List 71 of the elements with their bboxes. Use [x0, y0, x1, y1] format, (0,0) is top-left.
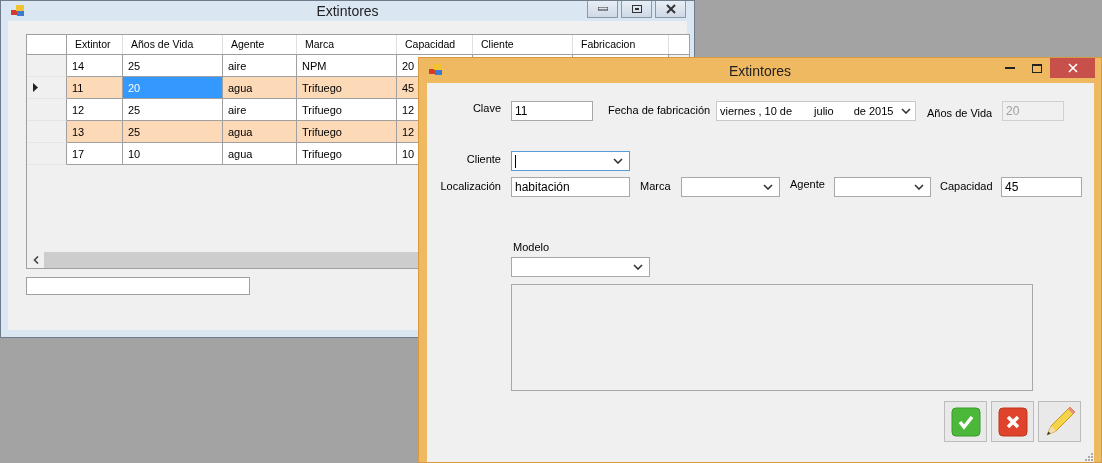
text-field[interactable]: 11	[511, 101, 593, 121]
table-cell: 25	[123, 55, 223, 77]
window-title: Extintores	[316, 3, 379, 19]
field-label: Marca	[639, 179, 672, 192]
table-cell: 14	[67, 55, 123, 77]
dropdown[interactable]	[511, 151, 630, 171]
table-cell: agua	[223, 121, 297, 143]
cancel-button[interactable]	[991, 401, 1034, 442]
field-label: Años de Vida	[926, 106, 994, 119]
column-header[interactable]: Años de Vida	[123, 35, 223, 54]
text-field[interactable]: habitación	[511, 177, 630, 197]
minimize-icon	[1004, 66, 1015, 70]
field-label: Capacidad	[939, 179, 994, 192]
table-cell: 25	[123, 121, 223, 143]
field-label: Localización	[439, 179, 502, 192]
text-area[interactable]	[511, 284, 1033, 391]
caret-icon	[763, 184, 773, 190]
close-icon	[664, 4, 677, 14]
chevron-left-icon[interactable]	[32, 256, 39, 264]
caret-icon	[901, 108, 911, 114]
resize-grip-icon[interactable]	[1085, 453, 1093, 461]
column-header[interactable]: Fabricacion	[573, 35, 669, 54]
edit-button[interactable]	[1038, 401, 1081, 442]
input-field[interactable]	[26, 277, 250, 295]
table-cell: agua	[223, 143, 297, 165]
minimize-icon	[597, 7, 608, 11]
table-cell: aire	[223, 55, 297, 77]
field-label: Fecha de fabricación	[607, 103, 712, 116]
maximize-button[interactable]	[621, 1, 652, 18]
table-cell: aire	[223, 99, 297, 121]
table-cell: Trifuego	[297, 121, 397, 143]
table-cell: Trifuego	[297, 77, 397, 99]
field-label: Agente	[789, 177, 826, 190]
column-header[interactable]: Capacidad	[397, 35, 473, 54]
row-pointer-icon	[33, 83, 38, 92]
column-header[interactable]: Extintor	[67, 35, 123, 54]
table-cell: agua	[223, 77, 297, 99]
app-icon	[11, 5, 25, 17]
dropdown[interactable]	[681, 177, 780, 197]
accept-button[interactable]	[944, 401, 987, 442]
close-button[interactable]	[655, 1, 686, 18]
table-cell: Trifuego	[297, 143, 397, 165]
table-cell: 11	[67, 77, 123, 99]
table-cell: Trifuego	[297, 99, 397, 121]
column-header[interactable]: Agente	[223, 35, 297, 54]
caret-icon	[633, 264, 643, 270]
check-icon	[950, 406, 981, 437]
maximize-icon	[631, 5, 642, 13]
table-cell: 17	[67, 143, 123, 165]
field-label: Modelo	[512, 241, 550, 253]
date-picker[interactable]: viernes , 10 de julio de 2015	[716, 101, 916, 121]
field-label: Clave	[471, 101, 502, 114]
app-icon	[429, 64, 443, 76]
dropdown[interactable]	[511, 257, 650, 277]
table-cell: 25	[123, 99, 223, 121]
text-field[interactable]: 45	[1001, 177, 1082, 197]
table-cell: 13	[67, 121, 123, 143]
caret-icon	[613, 158, 623, 164]
table-cell: 20	[123, 77, 223, 99]
column-header[interactable]: Cliente	[473, 35, 573, 54]
window-title: Extintores	[728, 62, 792, 79]
table-cell: 10	[123, 143, 223, 165]
caret-icon	[914, 184, 924, 190]
row-header[interactable]	[27, 77, 67, 99]
close-icon	[1067, 63, 1078, 73]
maximize-icon	[1031, 63, 1042, 73]
column-header[interactable]: Marca	[297, 35, 397, 54]
table-cell: NPM	[297, 55, 397, 77]
close-icon	[997, 406, 1028, 437]
dropdown[interactable]	[834, 177, 931, 197]
table-cell: 12	[67, 99, 123, 121]
